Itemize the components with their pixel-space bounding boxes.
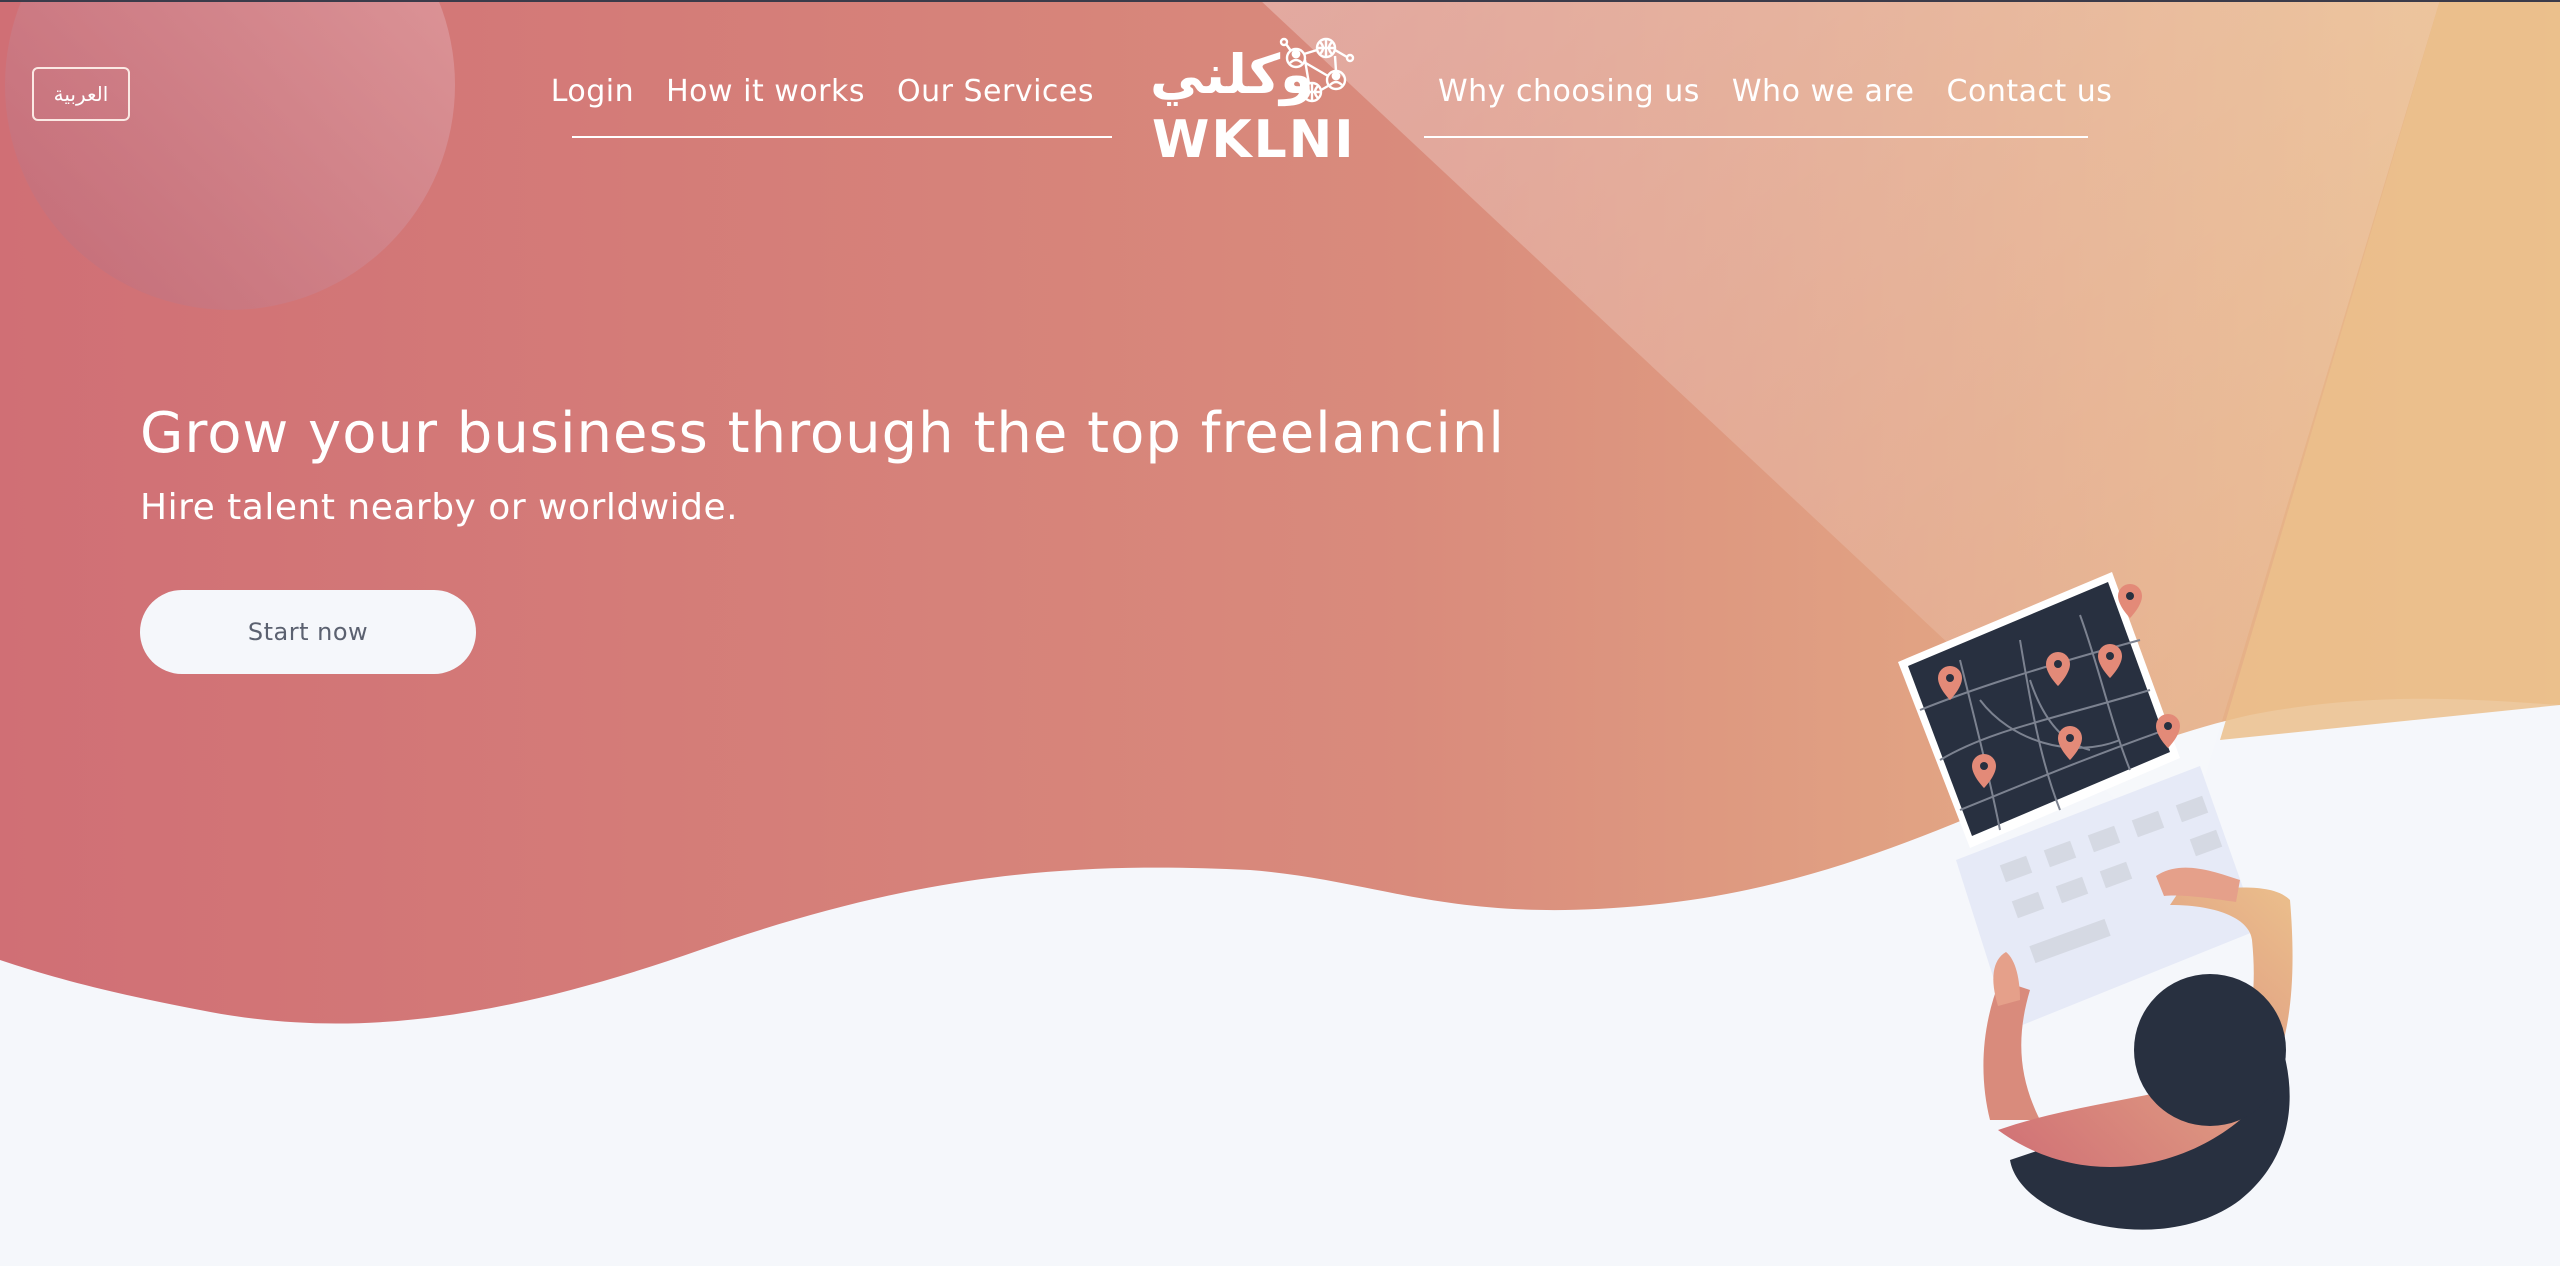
nav-left: Login How it works Our Services <box>551 62 1112 138</box>
start-now-button[interactable]: Start now <box>140 590 476 674</box>
nav-login[interactable]: Login <box>535 62 650 122</box>
nav-how-it-works[interactable]: How it works <box>650 62 881 122</box>
nav-contact-us[interactable]: Contact us <box>1931 62 2129 122</box>
nav-right: Why choosing us Who we are Contact us <box>1424 62 2112 138</box>
nav-who-we-are[interactable]: Who we are <box>1716 62 1931 122</box>
logo[interactable]: وكلني WKLNI <box>1146 36 1356 171</box>
hero-subtitle: Hire talent nearby or worldwide. <box>140 487 739 528</box>
network-people-icon <box>1279 37 1355 103</box>
hero-title: Grow your business through the top freel… <box>140 401 1505 466</box>
nav-why-choosing-us[interactable]: Why choosing us <box>1424 62 1716 122</box>
nav-our-services[interactable]: Our Services <box>881 62 1112 122</box>
freelancer-laptop-illustration <box>1898 572 2293 1230</box>
logo-latin-text: WKLNI <box>1152 110 1356 170</box>
hero-section: العربية Login How it works Our Services … <box>0 0 2560 1266</box>
language-toggle-button[interactable]: العربية <box>32 67 130 121</box>
